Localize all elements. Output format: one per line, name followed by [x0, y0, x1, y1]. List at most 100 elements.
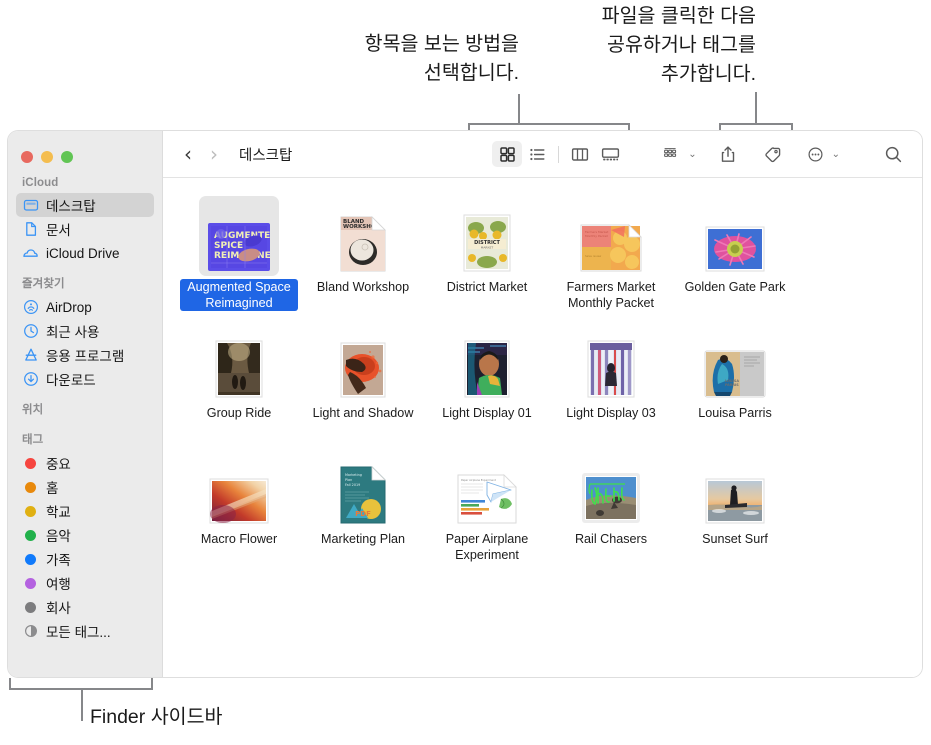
- sidebar-item-tag-home[interactable]: 홈: [16, 475, 154, 499]
- file-item[interactable]: Light and Shadow: [301, 320, 425, 446]
- clock-icon: [22, 323, 39, 340]
- sidebar-item-tag-school[interactable]: 학교: [16, 499, 154, 523]
- file-thumbnail: Farmers Market Monthly Packet Sales revie…: [580, 200, 642, 272]
- sidebar-item-tag-travel[interactable]: 여행: [16, 571, 154, 595]
- sidebar-item-all-tags[interactable]: 모든 태그...: [16, 619, 154, 643]
- group-by-control[interactable]: ⌄: [657, 141, 698, 167]
- file-item[interactable]: BLAND WORKSHOP Bland Workshop: [301, 194, 425, 320]
- search-icon[interactable]: [878, 141, 908, 167]
- svg-text:Sales review: Sales review: [585, 254, 602, 258]
- more-options-icon[interactable]: [801, 141, 831, 167]
- back-button[interactable]: ‹: [175, 144, 201, 164]
- file-thumbnail: [587, 326, 635, 398]
- photo-rail-thumb-icon: [582, 473, 640, 523]
- sidebar-item-label: 응용 프로그램: [46, 349, 125, 364]
- tag-dot-icon: [22, 503, 39, 520]
- file-item[interactable]: Marketing Plan Fall 2019 PDF Marketing Pla…: [301, 446, 425, 572]
- file-item[interactable]: AUGMENTEDSPICEREIMAGINED Augmented Space…: [177, 194, 301, 320]
- sidebar-item-tag-work[interactable]: 회사: [16, 595, 154, 619]
- svg-text:Plan: Plan: [345, 478, 352, 482]
- group-by-icon[interactable]: [657, 141, 687, 167]
- file-thumbnail: BLAND WORKSHOP: [340, 200, 386, 272]
- photo-portrait-thumb-icon: [464, 340, 510, 398]
- sidebar-item-icloud-drive[interactable]: iCloud Drive: [16, 241, 154, 265]
- file-grid: AUGMENTEDSPICEREIMAGINED Augmented Space…: [163, 178, 922, 677]
- pages-fruit-thumb-icon: Farmers MarketMonthly Packet Sales revie…: [580, 224, 642, 272]
- view-switcher: [492, 141, 625, 167]
- sidebar-item-desktop[interactable]: 데스크탑: [16, 193, 154, 217]
- sidebar-item-label: 학교: [46, 505, 71, 520]
- chevron-down-icon[interactable]: ⌄: [688, 149, 696, 160]
- callout-view-options: 항목을 보는 방법을 선택합니다.: [364, 33, 519, 84]
- callout-share-stem: [755, 92, 757, 124]
- sidebar-item-applications[interactable]: 응용 프로그램: [16, 343, 154, 367]
- sidebar-item-documents[interactable]: 문서: [16, 217, 154, 241]
- photo-shadow-thumb-icon: [340, 342, 386, 398]
- minimize-button[interactable]: [41, 151, 53, 163]
- file-label: Rail Chasers: [574, 532, 648, 546]
- column-view-button[interactable]: [565, 141, 595, 167]
- tag-dot-icon: [22, 551, 39, 568]
- gallery-view-button[interactable]: [595, 141, 625, 167]
- sidebar-item-label: 음악: [46, 529, 71, 544]
- more-options-control[interactable]: ⌄: [801, 141, 842, 167]
- window-controls: [8, 141, 162, 167]
- finder-toolbar: ‹ › 데스크탑 ⌄ ⌄: [163, 131, 922, 178]
- file-item[interactable]: LOUISA PARRIS Louisa Parris: [673, 320, 797, 446]
- file-label: Golden Gate Park: [684, 280, 786, 294]
- photo-macro-thumb-icon: [209, 478, 269, 524]
- tag-dot-icon: [22, 599, 39, 616]
- tag-dot-icon: [22, 479, 39, 496]
- sidebar-section-icloud: iCloud: [22, 177, 59, 189]
- svg-text:Monthly Packet: Monthly Packet: [585, 234, 609, 238]
- sidebar-item-tag-music[interactable]: 음악: [16, 523, 154, 547]
- file-item[interactable]: Paper Airplane Experiment Paper Airplane…: [425, 446, 549, 572]
- file-thumbnail: Marketing Plan Fall 2019 PDF: [340, 452, 386, 524]
- toolbar-divider: [558, 145, 560, 163]
- sidebar-item-tag-important[interactable]: 중요: [16, 451, 154, 475]
- share-button[interactable]: [713, 141, 743, 167]
- callout-view-stem: [518, 94, 520, 124]
- chevron-down-icon[interactable]: ⌄: [832, 149, 840, 160]
- file-label: Macro Flower: [200, 532, 278, 546]
- file-item[interactable]: Golden Gate Park: [673, 194, 797, 320]
- svg-text:MARKET: MARKET: [481, 246, 494, 250]
- file-item[interactable]: Sunset Surf: [673, 446, 797, 572]
- callout-share-tag: 파일을 클릭한 다음 공유하거나 태그를 추가합니다.: [601, 5, 756, 85]
- sidebar-section-locations: 위치: [22, 404, 44, 416]
- file-item[interactable]: Light Display 03: [549, 320, 673, 446]
- sidebar-item-downloads[interactable]: 다운로드: [16, 367, 154, 391]
- pdf-document-thumb-icon: MarketingPlanFall 2019 PDF: [340, 466, 386, 524]
- document-icon: [22, 221, 39, 238]
- close-button[interactable]: [21, 151, 33, 163]
- tag-dot-icon: [22, 455, 39, 472]
- all-tags-icon: [22, 623, 39, 640]
- svg-text:Paper Airplane Experiment: Paper Airplane Experiment: [461, 478, 496, 482]
- forward-button[interactable]: ›: [201, 144, 227, 164]
- tags-button[interactable]: [757, 141, 787, 167]
- sidebar-item-tag-family[interactable]: 가족: [16, 547, 154, 571]
- list-view-button[interactable]: [522, 141, 552, 167]
- sidebar-item-recents[interactable]: 최근 사용: [16, 319, 154, 343]
- zoom-button[interactable]: [61, 151, 73, 163]
- svg-text:SPICE: SPICE: [214, 241, 243, 251]
- file-item[interactable]: Farmers Market Monthly Packet Sales revie…: [549, 194, 673, 320]
- callout-sidebar-stem: [81, 689, 83, 721]
- file-label: Augmented Space Reimagined: [180, 279, 298, 311]
- file-item[interactable]: Rail Chasers: [549, 446, 673, 572]
- file-item[interactable]: Group Ride: [177, 320, 301, 446]
- file-thumbnail: [705, 452, 765, 524]
- file-thumbnail: [464, 326, 510, 398]
- file-thumbnail: [215, 326, 263, 398]
- file-item[interactable]: Macro Flower: [177, 446, 301, 572]
- sidebar-item-label: 홈: [46, 481, 59, 496]
- file-label: Light Display 01: [442, 406, 532, 420]
- sidebar-item-airdrop[interactable]: AirDrop: [16, 295, 154, 319]
- sidebar-item-label: AirDrop: [46, 299, 92, 315]
- keynote-thumb-icon: AUGMENTEDSPICEREIMAGINED: [208, 223, 271, 271]
- file-thumbnail: [209, 452, 269, 524]
- file-item[interactable]: Light Display 01: [425, 320, 549, 446]
- file-item[interactable]: DISTRICT MARKET District Market: [425, 194, 549, 320]
- icon-view-button[interactable]: [492, 141, 523, 167]
- file-label: Sunset Surf: [702, 532, 768, 546]
